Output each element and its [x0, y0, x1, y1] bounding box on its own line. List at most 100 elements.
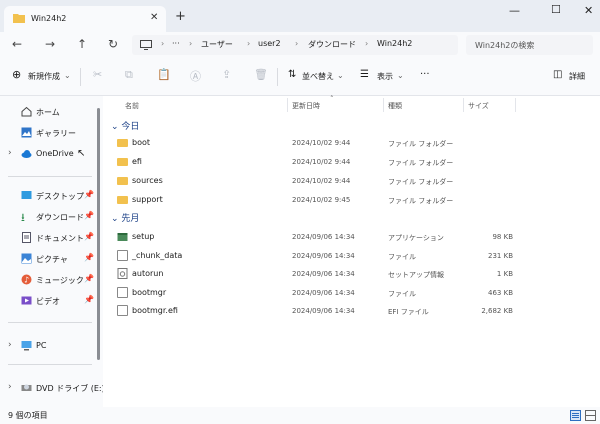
- column-header-date[interactable]: 更新日時: [292, 101, 320, 111]
- table-row[interactable]: boot 2024/10/02 9:44 ファイル フォルダー: [103, 134, 593, 152]
- breadcrumb-users[interactable]: ユーザー: [201, 39, 233, 50]
- column-divider[interactable]: [515, 98, 516, 112]
- details-view-icon[interactable]: [570, 410, 581, 421]
- maximize-button[interactable]: ☐: [551, 3, 561, 16]
- back-icon[interactable]: ←: [12, 37, 22, 51]
- table-row[interactable]: support 2024/10/02 9:45 ファイル フォルダー: [103, 191, 593, 209]
- pin-icon[interactable]: 📌: [84, 211, 94, 220]
- column-divider[interactable]: [287, 98, 288, 112]
- column-header-size[interactable]: サイズ: [468, 101, 489, 111]
- file-type: EFI ファイル: [388, 308, 429, 316]
- pin-icon[interactable]: 📌: [84, 190, 94, 199]
- file-name: support: [132, 195, 163, 204]
- file-type: ファイル フォルダー: [388, 140, 454, 148]
- nav-item-pictures[interactable]: ピクチャ 📌: [0, 249, 100, 269]
- pin-icon[interactable]: 📌: [84, 253, 94, 262]
- nav-item-music[interactable]: ♪ ミュージック 📌: [0, 270, 100, 290]
- chevron-down-icon: ⌄: [111, 214, 122, 224]
- tab-close-icon[interactable]: ✕: [150, 12, 158, 23]
- nav-item-pc[interactable]: › PC: [0, 336, 100, 356]
- chevron-right-icon: ›: [247, 39, 251, 48]
- tab-win24h2[interactable]: Win24h2 ✕: [4, 6, 166, 32]
- chevron-right-icon: ›: [295, 39, 299, 48]
- details-pane-icon: ◫: [553, 69, 563, 80]
- nav-item-dvd-drive[interactable]: › DVD ドライブ (E:): [0, 378, 105, 398]
- new-tab-icon[interactable]: +: [175, 9, 186, 24]
- nav-label: DVD ドライブ (E:): [36, 384, 105, 393]
- nav-item-documents[interactable]: ドキュメント 📌: [0, 228, 100, 248]
- view-icon: ☰: [360, 69, 369, 80]
- pin-icon[interactable]: 📌: [84, 232, 94, 241]
- sort-icon: ⇅: [288, 69, 297, 80]
- folder-icon: [117, 196, 128, 204]
- file-type: ファイル フォルダー: [388, 197, 454, 205]
- breadcrumb-win24h2[interactable]: Win24h2: [377, 39, 412, 48]
- chevron-right-icon[interactable]: ›: [8, 340, 12, 350]
- view-button[interactable]: 表示: [377, 71, 393, 82]
- breadcrumb-downloads[interactable]: ダウンロード: [308, 39, 356, 50]
- column-header-type[interactable]: 種類: [388, 101, 402, 111]
- file-date: 2024/10/02 9:45: [292, 196, 351, 204]
- nav-scrollbar[interactable]: [97, 108, 100, 360]
- share-icon[interactable]: ⇪: [222, 68, 231, 81]
- music-icon: ♪: [21, 274, 32, 285]
- file-icon: [117, 250, 128, 261]
- breadcrumb-overflow[interactable]: ···: [172, 39, 180, 48]
- pin-icon[interactable]: 📌: [84, 295, 94, 304]
- close-button[interactable]: ✕: [584, 4, 593, 17]
- sort-button[interactable]: 並べ替え: [302, 71, 334, 82]
- up-icon[interactable]: ↑: [77, 37, 87, 51]
- nav-item-videos[interactable]: ビデオ 📌: [0, 291, 100, 311]
- chevron-down-icon: ⌄: [337, 71, 344, 80]
- file-icon: [117, 305, 128, 316]
- table-row[interactable]: autorun 2024/09/06 14:34 セットアップ情報 1 KB: [103, 265, 593, 283]
- refresh-icon[interactable]: ↻: [108, 37, 118, 51]
- search-box[interactable]: Win24h2の検索: [466, 35, 593, 55]
- rename-icon[interactable]: Ⓐ: [190, 68, 201, 84]
- video-icon: [21, 296, 32, 305]
- chevron-right-icon[interactable]: ›: [8, 382, 12, 392]
- nav-label: ダウンロード: [36, 213, 84, 222]
- tiles-view-icon[interactable]: [585, 410, 596, 421]
- file-date: 2024/09/06 14:34: [292, 252, 355, 260]
- file-name: efi: [132, 157, 142, 166]
- new-button[interactable]: 新規作成: [28, 71, 60, 82]
- breadcrumb-user2[interactable]: user2: [258, 39, 281, 48]
- table-row[interactable]: sources 2024/10/02 9:44 ファイル フォルダー: [103, 172, 593, 190]
- column-divider[interactable]: [463, 98, 464, 112]
- toolbar-divider: [80, 68, 81, 86]
- table-row[interactable]: setup 2024/09/06 14:34 アプリケーション 98 KB: [103, 228, 593, 246]
- column-divider[interactable]: [383, 98, 384, 112]
- tab-title: Win24h2: [31, 14, 67, 23]
- table-row[interactable]: _chunk_data 2024/09/06 14:34 ファイル 231 KB: [103, 247, 593, 265]
- chevron-right-icon[interactable]: ›: [8, 148, 12, 158]
- more-options-button[interactable]: ···: [420, 69, 430, 80]
- forward-icon[interactable]: →: [45, 37, 55, 51]
- nav-item-onedrive[interactable]: › OneDrive ↖: [0, 144, 100, 164]
- plus-circle-icon: ⊕: [12, 68, 22, 81]
- group-header-last-month[interactable]: ⌄ 先月: [111, 211, 139, 224]
- address-bar[interactable]: › ··· › ユーザー › user2 › ダウンロード › Win24h2: [132, 35, 458, 55]
- nav-item-gallery[interactable]: ギャラリー: [0, 123, 100, 143]
- chevron-right-icon: ›: [365, 39, 369, 48]
- nav-item-desktop[interactable]: デスクトップ 📌: [0, 186, 100, 206]
- table-row[interactable]: bootmgr.efi 2024/09/06 14:34 EFI ファイル 2,…: [103, 302, 593, 320]
- search-input[interactable]: Win24h2の検索: [475, 40, 534, 51]
- cut-icon[interactable]: ✂: [93, 68, 102, 81]
- paste-icon[interactable]: 📋: [157, 68, 171, 81]
- table-row[interactable]: bootmgr 2024/09/06 14:34 ファイル 463 KB: [103, 284, 593, 302]
- folder-icon: [13, 14, 25, 23]
- pin-icon[interactable]: 📌: [84, 274, 94, 283]
- group-header-today[interactable]: ⌄ 今日: [111, 119, 139, 132]
- home-icon: [21, 106, 32, 117]
- nav-label: OneDrive: [36, 149, 74, 158]
- nav-item-home[interactable]: ホーム: [0, 102, 100, 122]
- details-button[interactable]: 詳細: [569, 71, 585, 82]
- column-header-name[interactable]: 名前: [125, 101, 139, 111]
- delete-icon[interactable]: 🗑: [254, 68, 268, 81]
- nav-item-downloads[interactable]: ⭳ ダウンロード 📌: [0, 207, 100, 227]
- file-size: 231 KB: [488, 252, 513, 260]
- table-row[interactable]: efi 2024/10/02 9:44 ファイル フォルダー: [103, 153, 593, 171]
- minimize-button[interactable]: —: [509, 4, 520, 17]
- copy-icon[interactable]: ⧉: [125, 68, 133, 82]
